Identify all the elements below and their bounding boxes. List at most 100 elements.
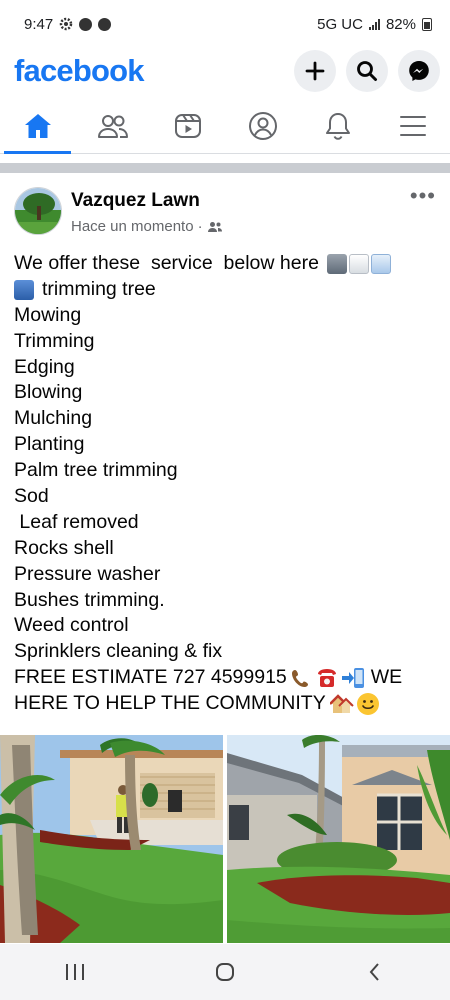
video-icon — [174, 113, 201, 138]
houses-icon — [329, 694, 354, 714]
post-line: trimming tree — [14, 277, 436, 303]
back-icon[interactable] — [364, 961, 386, 983]
bell-icon — [325, 112, 350, 140]
android-nav-bar — [0, 944, 450, 1000]
app-header: facebook — [0, 48, 450, 94]
author-block: Vazquez Lawn Hace un momento · — [71, 187, 223, 235]
messenger-icon — [409, 61, 429, 81]
lawn-photo-2 — [227, 735, 450, 943]
post-line: Planting — [14, 432, 436, 458]
post-line-text: Trimming — [14, 329, 95, 352]
post-options-button[interactable]: ••• — [410, 185, 436, 207]
avatar-photo — [15, 188, 61, 234]
tab-bar — [0, 98, 450, 154]
hamburger-icon — [399, 115, 426, 136]
post-line-text: We offer these service below here — [14, 252, 319, 274]
smiling-face-icon — [356, 693, 379, 716]
post-line-text: Edging — [14, 355, 75, 378]
post-meta: Hace un momento · — [71, 218, 223, 235]
tab-profile[interactable] — [225, 98, 300, 153]
post-line: Palm tree trimming — [14, 458, 436, 484]
post-line: Mowing — [14, 303, 436, 329]
messenger-button[interactable] — [398, 50, 440, 92]
tab-video[interactable] — [150, 98, 225, 153]
post-line-text: Blowing — [14, 381, 83, 404]
post-line-text: Palm tree trimming — [14, 459, 178, 482]
post-line-text: HERE TO HELP THE COMMUNITY — [14, 692, 326, 715]
email-icon — [370, 253, 391, 274]
search-button[interactable] — [346, 50, 388, 92]
post-line: Sod — [14, 484, 436, 510]
network-label: 5G UC — [317, 15, 363, 33]
profile-icon — [248, 111, 277, 140]
post-header: Vazquez Lawn Hace un momento · ••• — [0, 173, 450, 235]
post-line: Bushes trimming. — [14, 588, 436, 614]
post-line-text: trimming tree — [42, 277, 156, 300]
post-line-text: Sod — [14, 485, 49, 508]
mailbox-icon — [14, 279, 34, 300]
post-line: Rocks shell — [14, 536, 436, 562]
post-line-text: Leaf removed — [14, 510, 139, 533]
home-icon — [24, 113, 51, 138]
post-line: Sprinklers cleaning & fix — [14, 639, 436, 665]
post-line-text: Pressure washer — [14, 562, 161, 585]
header-actions — [294, 50, 440, 92]
post-line: We offer these service below here — [14, 251, 436, 277]
envelope-arrow-icon — [348, 253, 369, 274]
post-line-text: Weed control — [14, 614, 129, 637]
lawn-photo-1 — [0, 735, 223, 943]
post-line: HERE TO HELP THE COMMUNITY — [14, 691, 436, 717]
post-line-text: FREE ESTIMATE 727 4599915 — [14, 666, 287, 689]
battery-icon — [422, 17, 432, 31]
post-line: Blowing — [14, 380, 436, 406]
battery-percent: 82% — [385, 15, 416, 33]
post-line-text: Sprinklers cleaning & fix — [14, 640, 223, 663]
post-line: Leaf removed — [14, 510, 436, 536]
post-timestamp[interactable]: Hace un momento — [71, 218, 194, 235]
search-icon — [357, 61, 377, 81]
phone-receiver-icon — [291, 670, 308, 688]
post-line-text: Rocks shell — [14, 536, 114, 559]
recents-icon[interactable] — [64, 962, 86, 982]
tab-friends[interactable] — [75, 98, 150, 153]
meta-dot: · — [197, 218, 203, 235]
post-line-text: Mowing — [14, 303, 82, 326]
status-time: 9:47 — [24, 15, 54, 33]
inbox-tray-icon — [326, 253, 347, 274]
status-bar: 9:47 5G UC 82% — [0, 0, 450, 48]
author-name[interactable]: Vazquez Lawn — [71, 190, 223, 212]
post-line: Edging — [14, 355, 436, 381]
facebook-notification-icon-2 — [98, 17, 112, 31]
post-line: Mulching — [14, 406, 436, 432]
avatar[interactable] — [14, 187, 62, 235]
telephone-icon — [317, 669, 336, 688]
post-line: Trimming — [14, 329, 436, 355]
post-photo-2[interactable] — [227, 735, 450, 943]
feed-separator — [0, 163, 450, 173]
plus-icon — [305, 61, 325, 81]
status-left: 9:47 — [24, 15, 112, 33]
mobile-arrow-icon — [341, 668, 364, 689]
friends-audience-icon — [207, 221, 222, 232]
post-card: Vazquez Lawn Hace un momento · ••• We of… — [0, 173, 450, 717]
post-line: FREE ESTIMATE 727 4599915 WE — [14, 665, 436, 691]
tab-menu[interactable] — [375, 98, 450, 153]
facebook-logo[interactable]: facebook — [14, 53, 145, 89]
tab-notifications[interactable] — [300, 98, 375, 153]
facebook-notification-icon — [79, 17, 93, 31]
post-line-text: Mulching — [14, 407, 93, 430]
settings-gear-icon — [59, 17, 73, 31]
post-line: Weed control — [14, 613, 436, 639]
home-circle-icon[interactable] — [214, 961, 236, 983]
status-right: 5G UC 82% — [317, 16, 432, 33]
post-line-text-tail: WE — [370, 666, 403, 689]
tab-home[interactable] — [0, 98, 75, 154]
friends-icon — [97, 114, 128, 138]
post-line-text: Bushes trimming. — [14, 588, 165, 611]
post-line-text: Planting — [14, 433, 85, 456]
create-button[interactable] — [294, 50, 336, 92]
signal-icon — [368, 18, 380, 30]
post-text: We offer these service below here trimmi… — [0, 235, 450, 717]
post-photos — [0, 735, 450, 943]
post-photo-1[interactable] — [0, 735, 223, 943]
